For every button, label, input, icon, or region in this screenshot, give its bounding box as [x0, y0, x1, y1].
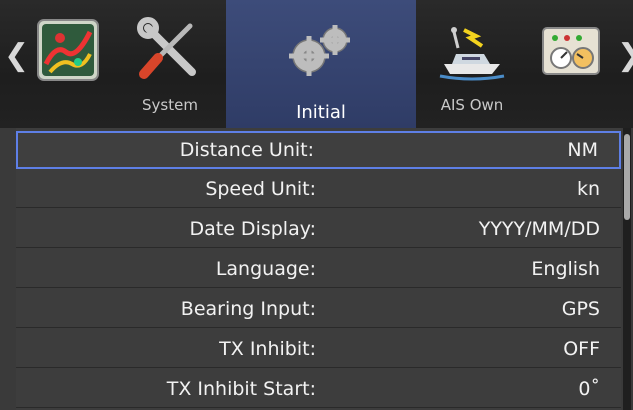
setting-value: OFF: [563, 338, 600, 360]
setting-value: GPS: [561, 298, 600, 320]
setting-name: Language:: [215, 258, 316, 280]
setting-value: YYYY/MM/DD: [478, 218, 600, 240]
scroll-right-arrow[interactable]: ❯: [617, 36, 633, 76]
tab-bar: ❮ System Initial AIS Own: [0, 0, 633, 128]
setting-row-distance-unit[interactable]: Distance Unit: NM: [16, 131, 621, 169]
tab-system[interactable]: System: [118, 0, 222, 128]
setting-row-tx-inhibit[interactable]: TX Inhibit: OFF: [16, 330, 621, 368]
tab-initial[interactable]: Initial: [226, 0, 416, 128]
setting-name: Date Display:: [189, 218, 316, 240]
setting-value: 0˚: [578, 378, 600, 400]
setting-row-speed-unit[interactable]: Speed Unit: kn: [16, 170, 621, 208]
scroll-left-arrow[interactable]: ❮: [4, 36, 29, 76]
tab-label: System: [142, 96, 198, 114]
settings-screen: ❮ System Initial AIS Own Distance Unit: …: [0, 0, 633, 410]
list-scrollbar[interactable]: [623, 128, 631, 410]
setting-name: Bearing Input:: [180, 298, 316, 320]
radar-chart-icon: [32, 14, 104, 86]
setting-value: kn: [576, 178, 600, 200]
gauges-panel-icon: [535, 14, 607, 86]
setting-value: NM: [567, 139, 598, 161]
wrench-screwdriver-icon: [134, 14, 206, 86]
scrollbar-thumb[interactable]: [624, 134, 630, 220]
setting-row-tx-inhibit-start[interactable]: TX Inhibit Start: 0˚: [16, 370, 621, 408]
setting-name: TX Inhibit:: [219, 338, 316, 360]
gears-icon: [285, 14, 357, 86]
setting-row-language[interactable]: Language: English: [16, 250, 621, 288]
setting-value: English: [531, 258, 600, 280]
tab-radar[interactable]: [22, 0, 114, 128]
tab-label: Initial: [296, 102, 346, 123]
boat-antenna-icon: [436, 14, 508, 86]
tab-ais-own[interactable]: AIS Own: [420, 0, 524, 128]
setting-name: TX Inhibit Start:: [166, 378, 316, 400]
setting-row-bearing-input[interactable]: Bearing Input: GPS: [16, 290, 621, 328]
tab-gauges[interactable]: [528, 0, 614, 128]
setting-row-date-display[interactable]: Date Display: YYYY/MM/DD: [16, 210, 621, 248]
tab-label: AIS Own: [440, 96, 504, 114]
setting-name: Speed Unit:: [205, 178, 316, 200]
settings-list: Distance Unit: NM Speed Unit: kn Date Di…: [16, 128, 621, 410]
setting-name: Distance Unit:: [179, 139, 314, 161]
